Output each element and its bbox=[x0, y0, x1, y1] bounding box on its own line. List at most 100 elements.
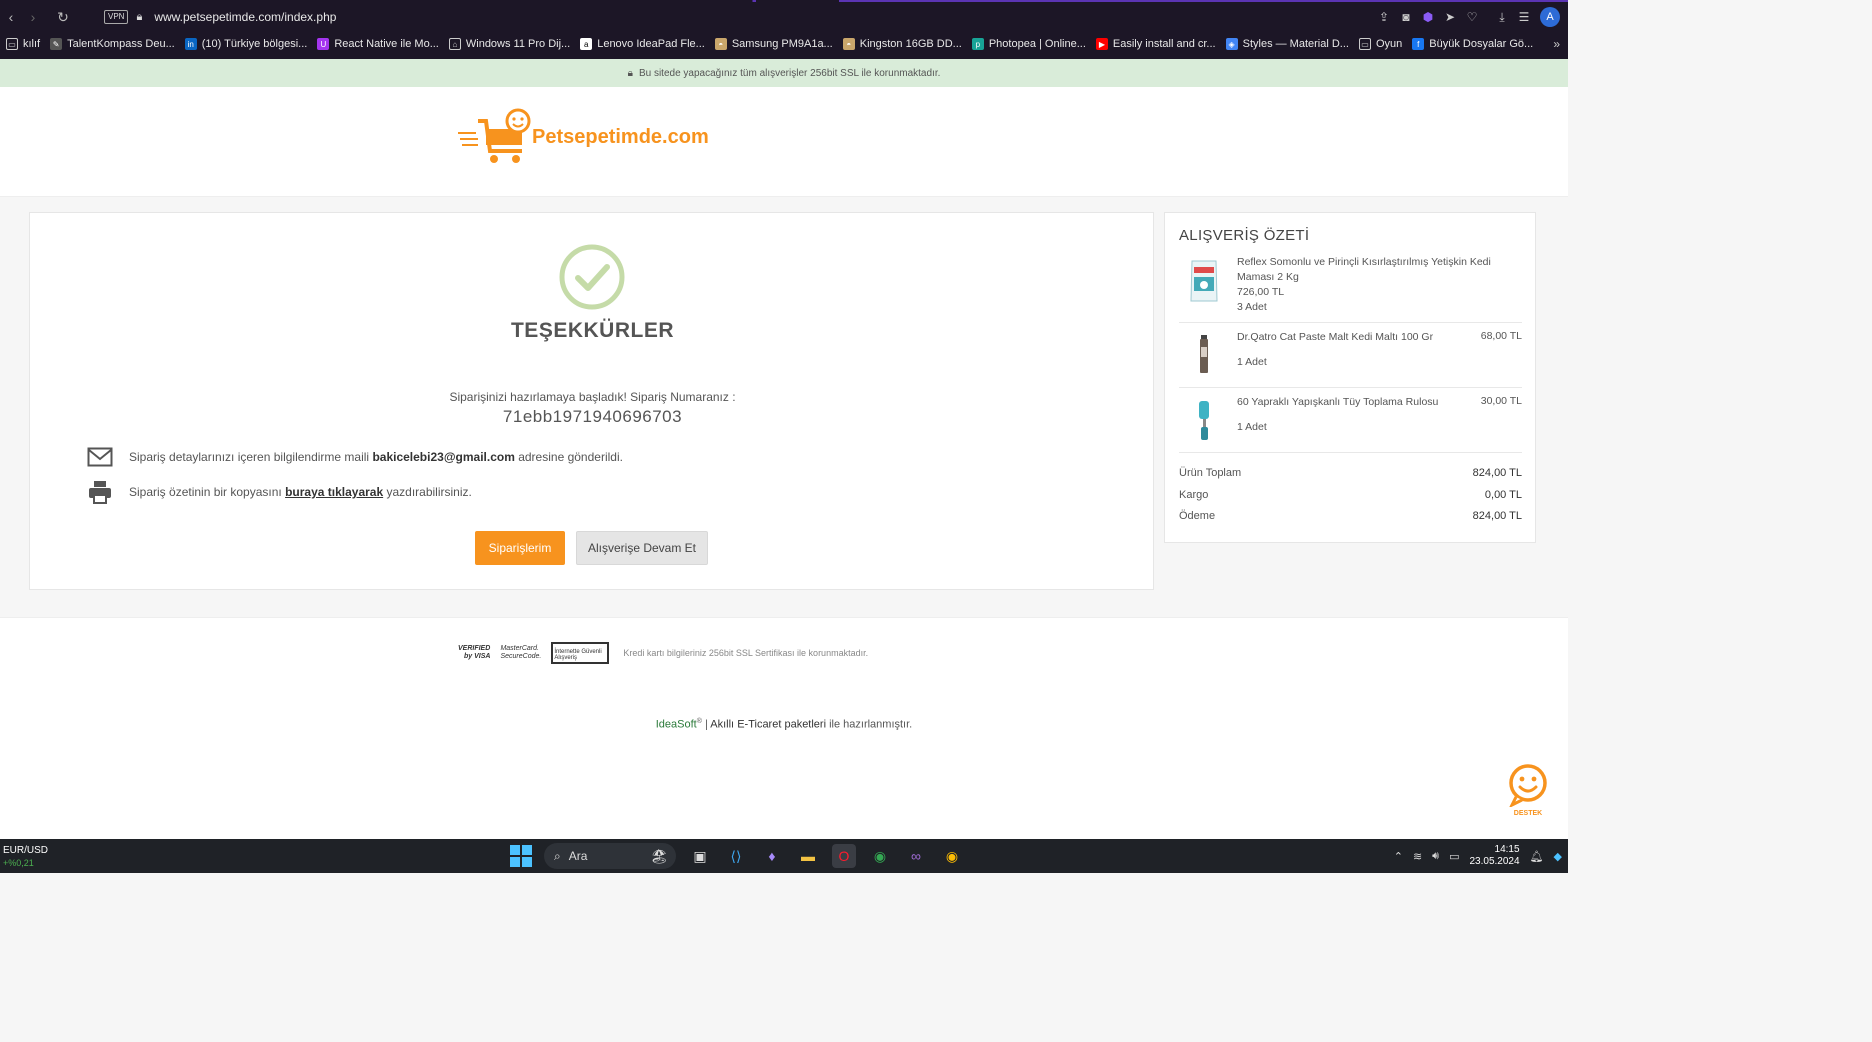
visual-studio-icon[interactable]: ∞ bbox=[904, 844, 928, 868]
material-icon: ◈ bbox=[1225, 38, 1238, 50]
file-explorer-icon[interactable]: ▬ bbox=[796, 844, 820, 868]
share-icon[interactable]: ⇪ bbox=[1378, 10, 1390, 24]
bell-icon[interactable]: 🔔︎ bbox=[1530, 850, 1544, 863]
taskbar-search[interactable]: ⌕ Ara 🏖︎ bbox=[544, 843, 676, 869]
bookmark-item[interactable]: f Büyük Dosyalar Gö... bbox=[1412, 38, 1533, 50]
safe-shopping-label: İnternette Güvenli Alışveriş bbox=[554, 649, 602, 661]
mail-info-row: Sipariş detaylarınızı içeren bilgilendir… bbox=[87, 447, 623, 467]
product-thumbnail[interactable] bbox=[1179, 330, 1229, 380]
print-link[interactable]: buraya tıklayarak bbox=[285, 485, 383, 499]
item-quantity: 3 Adet bbox=[1237, 301, 1267, 313]
bookmark-item[interactable]: a Lenovo IdeaPad Fle... bbox=[580, 38, 705, 50]
item-name[interactable]: 60 Yapraklı Yapışkanlı Tüy Toplama Rulos… bbox=[1237, 395, 1473, 410]
chrome-profile-icon[interactable]: ◉ bbox=[940, 844, 964, 868]
total-label: Ürün Toplam bbox=[1179, 467, 1242, 479]
summary-title: ALIŞVERİŞ ÖZETİ bbox=[1179, 227, 1310, 244]
copilot-icon[interactable]: ♦ bbox=[760, 844, 784, 868]
bookmark-item[interactable]: ◓ Kingston 16GB DD... bbox=[842, 38, 962, 50]
bookmark-item[interactable]: U React Native ile Mo... bbox=[317, 38, 439, 50]
bookmark-item[interactable]: p Photopea | Online... bbox=[971, 38, 1086, 50]
vscode-icon[interactable]: ⟨⟩ bbox=[724, 844, 748, 868]
safe-shopping-badge[interactable]: İnternette Güvenli Alışveriş bbox=[551, 642, 610, 664]
bookmark-item[interactable]: ▭ kılıf bbox=[6, 38, 40, 50]
shield-icon[interactable]: ⬢ bbox=[1422, 10, 1434, 24]
bookmark-label: Easily install and cr... bbox=[1112, 38, 1216, 50]
support-widget[interactable]: DESTEK bbox=[1506, 763, 1550, 817]
camera-icon[interactable]: ◙ bbox=[1400, 10, 1412, 24]
back-button[interactable]: ‹ bbox=[0, 6, 22, 28]
total-row-products: Ürün Toplam 824,00 TL bbox=[1179, 467, 1522, 479]
mail-info-suffix: adresine gönderildi. bbox=[514, 450, 623, 464]
ssl-card-note: Kredi kartı bilgileriniz 256bit SSL Sert… bbox=[623, 648, 869, 658]
chrome-icon[interactable]: ◉ bbox=[868, 844, 892, 868]
item-quantity: 1 Adet bbox=[1237, 421, 1267, 433]
menu-icon[interactable]: ☰ bbox=[1518, 10, 1530, 24]
divider bbox=[1179, 387, 1522, 388]
start-button[interactable] bbox=[510, 845, 532, 867]
product-thumbnail[interactable] bbox=[1179, 255, 1229, 305]
forward-button[interactable]: › bbox=[22, 6, 44, 28]
download-icon[interactable]: ⤓ bbox=[1496, 10, 1508, 25]
continue-shopping-button[interactable]: Alışverişe Devam Et bbox=[576, 531, 708, 565]
heart-icon[interactable]: ♡ bbox=[1466, 10, 1478, 24]
task-view-icon[interactable]: ▣ bbox=[688, 844, 712, 868]
bookmark-item[interactable]: in (10) Türkiye bölgesi... bbox=[184, 38, 307, 50]
taskbar-apps: ⌕ Ara 🏖︎ ▣ ⟨⟩ ♦ ▬ O ◉ ∞ ◉ bbox=[510, 843, 964, 869]
powered-by-footer: IdeaSoft® | Akıllı E-Ticaret paketleri i… bbox=[0, 713, 1568, 839]
store-icon: ◓ bbox=[842, 38, 855, 50]
item-price: 30,00 TL bbox=[1480, 395, 1522, 407]
bookmark-item[interactable]: ◈ Styles — Material D... bbox=[1225, 38, 1349, 50]
lint-roller-image bbox=[1199, 401, 1209, 440]
security-badges: VERIFIED by VISA MasterCard. SecureCode.… bbox=[458, 642, 868, 664]
volume-icon[interactable]: 🔊︎ bbox=[1432, 850, 1439, 863]
currency-widget[interactable]: EUR/USD +%0,21 bbox=[3, 845, 48, 869]
mail-info-prefix: Sipariş detaylarınızı içeren bilgilendir… bbox=[129, 450, 373, 464]
windows-taskbar: EUR/USD +%0,21 ⌕ Ara 🏖︎ ▣ ⟨⟩ ♦ ▬ O ◉ ∞ ◉… bbox=[0, 839, 1568, 873]
chevron-up-icon[interactable]: ⌃ bbox=[1394, 850, 1403, 863]
verified-by-visa-badge: VERIFIED by VISA bbox=[458, 645, 490, 661]
ssl-notice-bar: 🔒︎ Bu sitede yapacağınız tüm alışverişle… bbox=[0, 59, 1568, 87]
bookmark-label: kılıf bbox=[23, 38, 41, 50]
vpn-badge[interactable]: VPN bbox=[104, 10, 129, 24]
bookmark-item[interactable]: ▭ Oyun bbox=[1358, 38, 1402, 50]
mc-line1: MasterCard. bbox=[500, 645, 539, 652]
address-bar-row: ‹ › ↻ VPN 🔒︎ www.petsepetimde.com/index.… bbox=[0, 6, 1568, 28]
total-value: 824,00 TL bbox=[1472, 467, 1522, 479]
profile-avatar[interactable]: A bbox=[1540, 7, 1560, 27]
system-tray: ⌃ ≋ 🔊︎ ▭ 14:15 23.05.2024 🔔︎ ◆ bbox=[1394, 844, 1562, 868]
bookmarks-more-icon[interactable]: » bbox=[1553, 37, 1560, 51]
checkmark-icon bbox=[559, 244, 625, 310]
lock-icon[interactable]: 🔒︎ bbox=[136, 11, 142, 24]
email-address: bakicelebi23@gmail.com bbox=[372, 450, 515, 464]
total-row-payment: Ödeme 824,00 TL bbox=[1179, 510, 1522, 522]
bookmark-item[interactable]: ⌂ Windows 11 Pro Dij... bbox=[448, 38, 570, 50]
url-field[interactable]: www.petsepetimde.com/index.php bbox=[154, 10, 336, 24]
linkedin-icon: in bbox=[184, 38, 197, 50]
item-name[interactable]: Reflex Somonlu ve Pirinçli Kısırlaştırıl… bbox=[1237, 255, 1522, 285]
order-number: 71ebb1971940696703 bbox=[502, 407, 683, 426]
bookmark-item[interactable]: ▶ Easily install and cr... bbox=[1095, 38, 1216, 50]
bookmark-item[interactable]: ✎ TalentKompass Deu... bbox=[50, 38, 175, 50]
reload-button[interactable]: ↻ bbox=[52, 6, 74, 28]
bookmark-label: Kingston 16GB DD... bbox=[859, 38, 962, 50]
copilot-tray-icon[interactable]: ◆ bbox=[1554, 850, 1562, 863]
my-orders-button[interactable]: Siparişlerim bbox=[475, 531, 565, 565]
visa-line2: by VISA bbox=[464, 653, 491, 660]
battery-icon[interactable]: ▭ bbox=[1449, 850, 1459, 863]
item-name[interactable]: Dr.Qatro Cat Paste Malt Kedi Maltı 100 G… bbox=[1237, 330, 1473, 345]
order-confirmation-panel: TEŞEKKÜRLER Siparişinizi hazırlamaya baş… bbox=[29, 212, 1154, 590]
site-logo[interactable]: Petsepetimde.com bbox=[456, 107, 709, 167]
bookmark-label: Lenovo IdeaPad Fle... bbox=[597, 38, 705, 50]
wifi-icon[interactable]: ≋ bbox=[1413, 850, 1422, 863]
opera-icon[interactable]: O bbox=[832, 844, 856, 868]
divider bbox=[1179, 452, 1522, 453]
clock[interactable]: 14:15 23.05.2024 bbox=[1470, 844, 1520, 868]
bookmark-item[interactable]: ◓ Samsung PM9A1a... bbox=[714, 38, 833, 50]
cat-food-bag-image bbox=[1190, 260, 1218, 302]
powered-suffix: ile hazırlanmıştır. bbox=[826, 718, 913, 731]
product-thumbnail[interactable] bbox=[1179, 395, 1229, 445]
total-label: Kargo bbox=[1179, 489, 1209, 501]
send-icon[interactable]: ➤ bbox=[1444, 10, 1456, 24]
ideasoft-link[interactable]: IdeaSoft bbox=[656, 719, 697, 731]
eticaret-link[interactable]: E-Ticaret paketleri bbox=[737, 719, 826, 731]
